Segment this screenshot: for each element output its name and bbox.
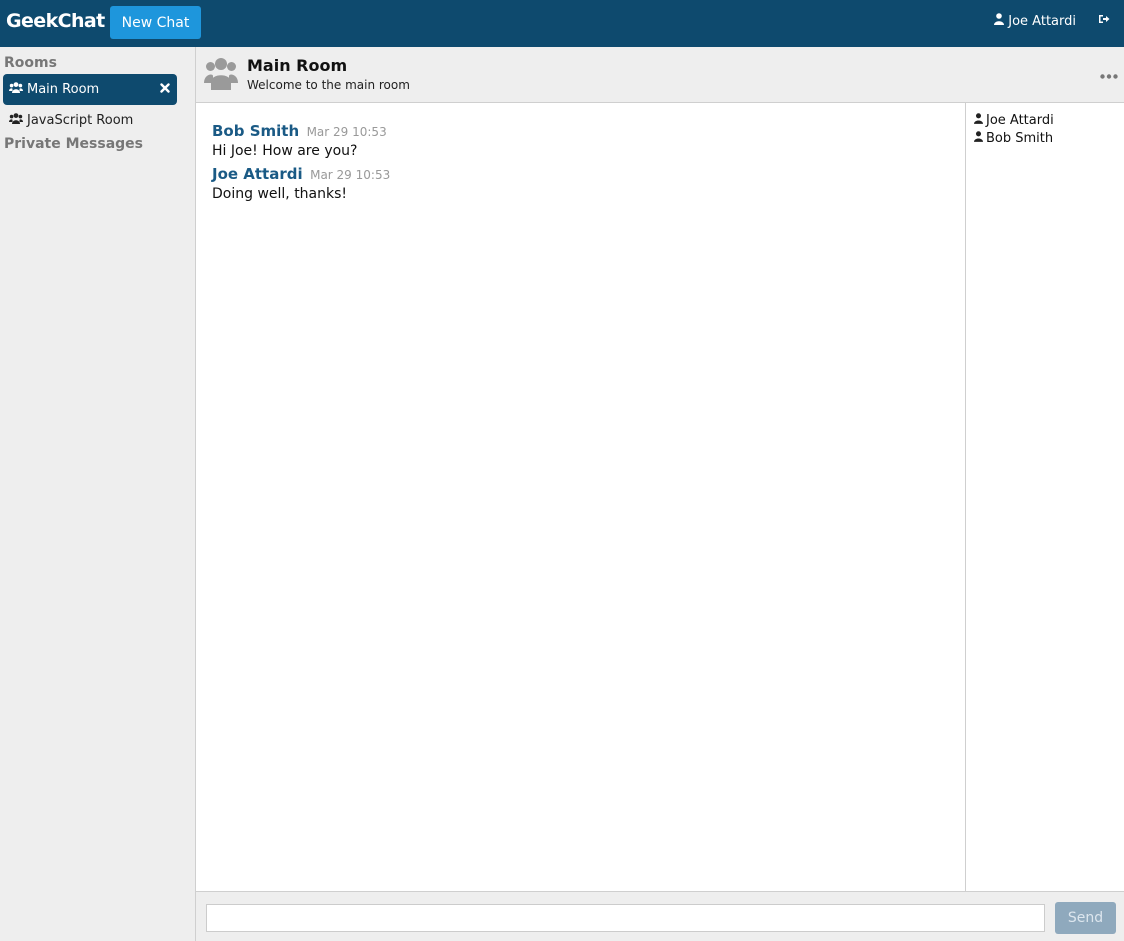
message-author[interactable]: Bob Smith bbox=[212, 122, 299, 140]
message-input[interactable] bbox=[206, 904, 1045, 932]
current-user[interactable]: Joe Attardi bbox=[994, 13, 1076, 29]
user-icon bbox=[974, 113, 983, 128]
room-welcome-text: Welcome to the main room bbox=[247, 78, 410, 92]
room-title: Main Room bbox=[247, 56, 348, 75]
member-name: Joe Attardi bbox=[986, 113, 1054, 128]
member-item[interactable]: Joe Attardi bbox=[974, 113, 1054, 128]
group-icon bbox=[9, 82, 23, 97]
room-header: Main Room Welcome to the main room bbox=[196, 47, 1124, 103]
member-item[interactable]: Bob Smith bbox=[974, 131, 1053, 146]
send-button[interactable]: Send bbox=[1055, 902, 1116, 934]
user-icon bbox=[994, 13, 1005, 29]
sidebar: Rooms Main Room JavaScript Room Private … bbox=[0, 47, 196, 941]
message-text: Hi Joe! How are you? bbox=[212, 143, 358, 159]
rooms-heading: Rooms bbox=[4, 55, 57, 71]
current-user-name: Joe Attardi bbox=[1008, 13, 1076, 29]
user-icon bbox=[974, 131, 983, 146]
group-icon bbox=[9, 113, 23, 128]
member-name: Bob Smith bbox=[986, 131, 1054, 146]
sidebar-room-javascript-room[interactable]: JavaScript Room bbox=[3, 105, 177, 136]
message-item: Joe Attardi Mar 29 10:53 Doing well, tha… bbox=[212, 165, 390, 202]
message-timestamp: Mar 29 10:53 bbox=[306, 125, 387, 139]
message-author[interactable]: Joe Attardi bbox=[212, 165, 303, 183]
message-item: Bob Smith Mar 29 10:53 Hi Joe! How are y… bbox=[212, 122, 387, 159]
message-list: Bob Smith Mar 29 10:53 Hi Joe! How are y… bbox=[196, 103, 966, 891]
sidebar-room-label: JavaScript Room bbox=[27, 113, 134, 128]
message-text: Doing well, thanks! bbox=[212, 186, 348, 202]
sidebar-room-label: Main Room bbox=[27, 82, 100, 97]
private-messages-heading[interactable]: Private Messages bbox=[4, 136, 143, 152]
message-timestamp: Mar 29 10:53 bbox=[310, 168, 391, 182]
message-composer: Send bbox=[196, 891, 1124, 941]
more-icon[interactable] bbox=[1100, 67, 1118, 83]
logout-icon[interactable] bbox=[1098, 13, 1110, 29]
new-chat-button[interactable]: New Chat bbox=[110, 6, 201, 39]
member-list: Joe Attardi Bob Smith bbox=[966, 103, 1124, 891]
room-group-icon bbox=[204, 57, 238, 95]
app-logo[interactable]: GeekChat bbox=[6, 10, 105, 32]
sidebar-room-main-room[interactable]: Main Room bbox=[3, 74, 177, 105]
top-bar: GeekChat New Chat Joe Attardi bbox=[0, 0, 1124, 47]
close-icon[interactable] bbox=[160, 82, 170, 97]
